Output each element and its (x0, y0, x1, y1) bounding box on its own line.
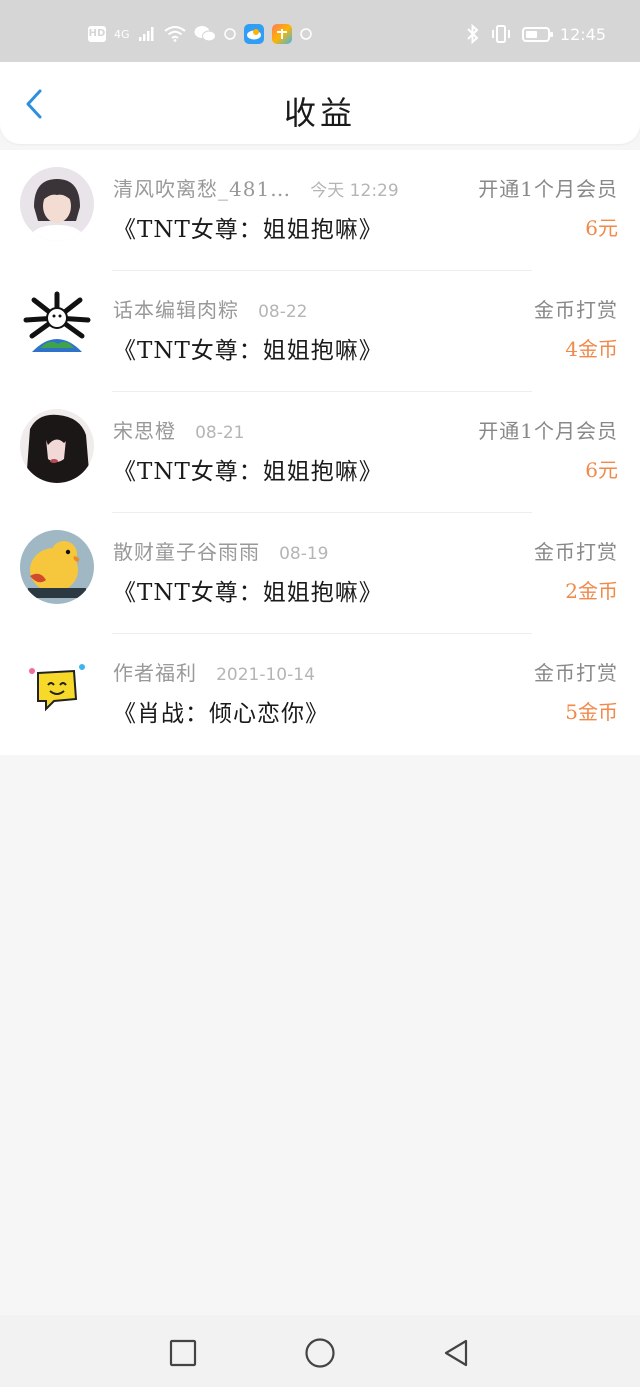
record-amount: 4金币 (565, 337, 618, 361)
book-title: 《肖战：倾心恋你》 (113, 701, 329, 727)
back-nav-button[interactable] (436, 1333, 476, 1373)
record-detail-row: 《肖战：倾心恋你》 5金币 (113, 694, 618, 727)
system-navigation-bar (0, 1315, 640, 1387)
record-meta-row: 话本编辑肉粽 08-22 金币打赏 (113, 294, 618, 324)
user-name: 宋思橙 (113, 419, 176, 443)
signal-icon (138, 27, 154, 41)
record-meta-row: 作者福利 2021-10-14 金币打赏 (113, 657, 618, 687)
status-bar: HD 4G 12:45 (0, 0, 640, 62)
avatar (20, 167, 94, 241)
record-amount: 6元 (585, 458, 618, 482)
record-type: 开通1个月会员 (478, 419, 618, 443)
hd-badge: HD (88, 26, 106, 42)
square-icon (169, 1339, 197, 1367)
list-item[interactable]: 宋思橙 08-21 开通1个月会员 《TNT女尊：姐姐抱嘛》 6元 (0, 392, 640, 513)
record-time: 08-19 (279, 544, 329, 564)
user-name: 作者福利 (113, 661, 197, 685)
record-detail-row: 《TNT女尊：姐姐抱嘛》 2金币 (113, 573, 618, 606)
notification-dot-icon (223, 28, 236, 40)
record-detail-row: 《TNT女尊：姐姐抱嘛》 6元 (113, 210, 618, 243)
record-detail-row: 《TNT女尊：姐姐抱嘛》 4金币 (113, 331, 618, 364)
network-label: 4G (114, 27, 130, 41)
vibrate-icon (491, 25, 510, 43)
user-name: 话本编辑肉粽 (113, 298, 239, 322)
avatar (20, 409, 94, 483)
record-meta-row: 清风吹离愁_481… 今天 12:29 开通1个月会员 (113, 173, 618, 203)
status-right: 12:45 (466, 24, 606, 44)
avatar (20, 288, 94, 362)
record-time: 08-21 (195, 423, 245, 443)
user-name: 散财童子谷雨雨 (113, 540, 260, 564)
weather-app-icon (243, 24, 264, 44)
record-meta-row: 宋思橙 08-21 开通1个月会员 (113, 415, 618, 445)
record-type: 金币打赏 (534, 298, 618, 322)
book-title: 《TNT女尊：姐姐抱嘛》 (113, 217, 383, 243)
list-item[interactable]: 话本编辑肉粽 08-22 金币打赏 《TNT女尊：姐姐抱嘛》 4金币 (0, 271, 640, 392)
book-title: 《TNT女尊：姐姐抱嘛》 (113, 580, 383, 606)
recent-apps-button[interactable] (163, 1333, 203, 1373)
notification-dot-icon-2 (299, 28, 312, 40)
list-item[interactable]: 清风吹离愁_481… 今天 12:29 开通1个月会员 《TNT女尊：姐姐抱嘛》… (0, 150, 640, 271)
list-item[interactable]: 散财童子谷雨雨 08-19 金币打赏 《TNT女尊：姐姐抱嘛》 2金币 (0, 513, 640, 634)
record-type: 金币打赏 (534, 661, 618, 685)
record-meta-row: 散财童子谷雨雨 08-19 金币打赏 (113, 536, 618, 566)
battery-level (525, 30, 537, 38)
record-time: 2021-10-14 (216, 665, 315, 685)
circle-icon (305, 1338, 335, 1368)
record-type: 金币打赏 (534, 540, 618, 564)
triangle-back-icon (444, 1339, 468, 1367)
tool-app-icon (271, 24, 292, 44)
bluetooth-icon (467, 24, 479, 44)
page-title: 收益 (283, 94, 356, 132)
earnings-list: 清风吹离愁_481… 今天 12:29 开通1个月会员 《TNT女尊：姐姐抱嘛》… (0, 150, 640, 755)
battery-icon (521, 26, 553, 42)
record-amount: 6元 (585, 216, 618, 240)
record-type: 开通1个月会员 (478, 177, 618, 201)
book-title: 《TNT女尊：姐姐抱嘛》 (113, 459, 383, 485)
status-left: HD 4G (88, 24, 312, 44)
record-amount: 2金币 (565, 579, 618, 603)
list-item[interactable]: 作者福利 2021-10-14 金币打赏 《肖战：倾心恋你》 5金币 (0, 634, 640, 755)
nav-header: 收益 (0, 62, 640, 144)
status-time: 12:45 (559, 24, 606, 44)
user-name: 清风吹离愁_481… (113, 177, 292, 201)
record-time: 今天 12:29 (310, 181, 399, 201)
wechat-icon (194, 26, 216, 42)
book-title: 《TNT女尊：姐姐抱嘛》 (113, 338, 383, 364)
record-amount: 5金币 (565, 700, 618, 724)
record-time: 08-22 (258, 302, 308, 322)
avatar (20, 651, 94, 725)
avatar (20, 530, 94, 604)
home-button[interactable] (300, 1333, 340, 1373)
wifi-icon (163, 26, 186, 42)
record-detail-row: 《TNT女尊：姐姐抱嘛》 6元 (113, 452, 618, 485)
